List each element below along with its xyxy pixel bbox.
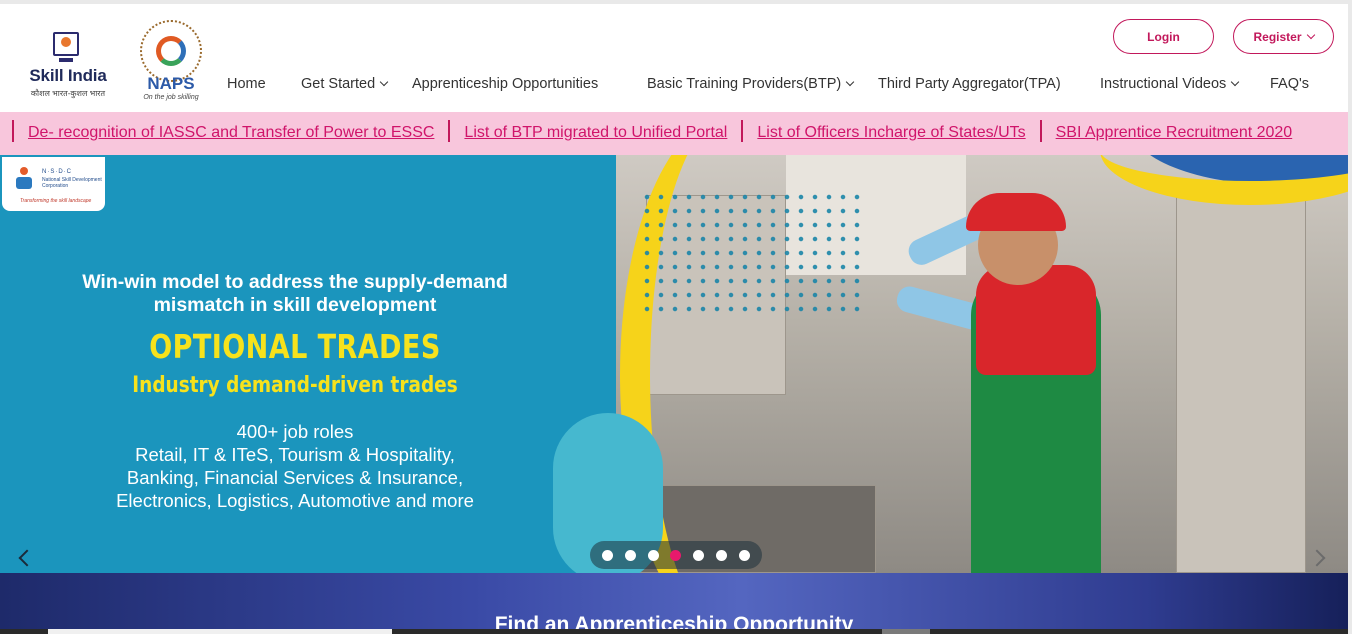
ticker-item[interactable]: List of Officers Incharge of States/UTs [757,124,1025,141]
naps-logo[interactable]: NAPS On the job skilling [136,18,208,106]
slider-dot[interactable] [716,549,728,561]
hero-body-line: Banking, Financial Services & Insurance, [126,467,464,488]
slider-dot[interactable] [738,549,750,561]
hero-body-line: Electronics, Logistics, Automotive and m… [116,490,474,511]
skill-india-tagline: कौशल भारत-कुशल भारत [30,89,106,98]
naps-name: NAPS [147,74,195,93]
nav-faq-label: FAQ's [1270,76,1310,92]
chevron-down-icon [379,77,389,87]
slider-prev-icon[interactable] [18,549,36,567]
naps-emblem-icon [156,36,186,66]
bottom-strip [48,629,392,634]
chevron-down-icon [845,77,855,87]
site-header: Skill India कौशल भारत-कुशल भारत NAPS On … [0,0,1352,112]
news-ticker: sDe- recognition of IASSC and Transfer o… [0,112,1352,155]
chevron-down-icon [1231,77,1240,87]
nav-get-started[interactable]: Get Started [301,76,389,94]
page-scrollbar[interactable] [1348,0,1352,634]
register-label: Register [1253,29,1302,44]
ticker-separator [741,120,744,142]
ticker-item[interactable]: De- recognition of IASSC and Transfer of… [28,124,434,141]
ticker-track: sDe- recognition of IASSC and Transfer o… [0,120,1293,144]
slider-dot[interactable] [670,549,682,561]
skill-india-emblem-icon [53,32,79,62]
hero-headline: Win-win model to address the supply-dema… [82,271,508,316]
photo-worker-cap [966,193,1066,231]
nsdc-badge: N·S·D·C National Skill Development Corpo… [2,157,105,211]
nsdc-badge-name: National Skill Development Corporation [42,177,102,189]
nsdc-badge-tagline: Transforming the skill landscape [20,198,92,204]
bottom-strip [392,629,882,634]
login-label: Login [1147,29,1180,44]
nav-faq[interactable]: FAQ's [1270,76,1309,94]
slider-dot[interactable] [647,549,659,561]
ticker-separator [1039,120,1042,142]
nav-instructional-videos[interactable]: Instructional Videos [1100,76,1240,94]
login-button[interactable]: Login [1113,19,1214,54]
nav-apprenticeship-opportunities[interactable]: Apprenticeship Opportunities [412,76,598,94]
ticker-item[interactable]: List of BTP migrated to Unified Portal [464,124,727,141]
nav-home[interactable]: Home [227,76,266,94]
photo-fridge [1176,185,1306,573]
decor-dot-pattern [640,190,860,320]
hero-subtitle: Industry demand-driven trades [132,373,458,398]
hero-body-line: Retail, IT & ITeS, Tourism & Hospitality… [135,444,455,465]
nav-btp-label: Basic Training Providers(BTP) [647,76,842,92]
nsdc-logo-icon [14,167,34,191]
slider-dot[interactable] [624,549,636,561]
nav-basic-training-providers[interactable]: Basic Training Providers(BTP) [647,76,855,94]
bottom-strip [882,629,930,634]
bottom-strip [0,629,48,634]
skill-india-name: Skill India [29,66,107,85]
bottom-strip [930,629,1348,634]
naps-tagline: On the job skilling [143,94,199,101]
hero-slider: N·S·D·C National Skill Development Corpo… [0,155,1348,573]
nav-home-label: Home [227,76,266,92]
find-opportunity-band: Find an Apprenticeship Opportunity [0,573,1348,634]
nav-opportunities-label: Apprenticeship Opportunities [412,76,599,92]
ticker-item[interactable]: SBI Apprentice Recruitment 2020 [1056,124,1293,141]
hero-title: OPTIONAL TRADES [149,327,441,366]
nav-get-started-label: Get Started [301,76,376,92]
nav-tpa-label: Third Party Aggregator(TPA) [878,76,1061,92]
slider-indicators [590,541,762,569]
nav-videos-label: Instructional Videos [1100,76,1227,92]
chevron-down-icon [1306,30,1315,39]
hero-body: 400+ job roles Retail, IT & ITeS, Touris… [50,420,540,512]
ticker-separator [448,120,451,142]
ticker-separator [12,120,14,142]
nsdc-badge-title: N·S·D·C [42,169,72,175]
slider-dot[interactable] [601,549,613,561]
register-button[interactable]: Register [1233,19,1334,54]
skill-india-logo[interactable]: Skill India कौशल भारत-कुशल भारत [26,32,110,102]
nav-third-party-aggregator[interactable]: Third Party Aggregator(TPA) [878,76,1061,94]
photo-worker-shirt [976,265,1096,375]
hero-body-line: 400+ job roles [236,421,354,442]
slider-dot[interactable] [693,549,705,561]
